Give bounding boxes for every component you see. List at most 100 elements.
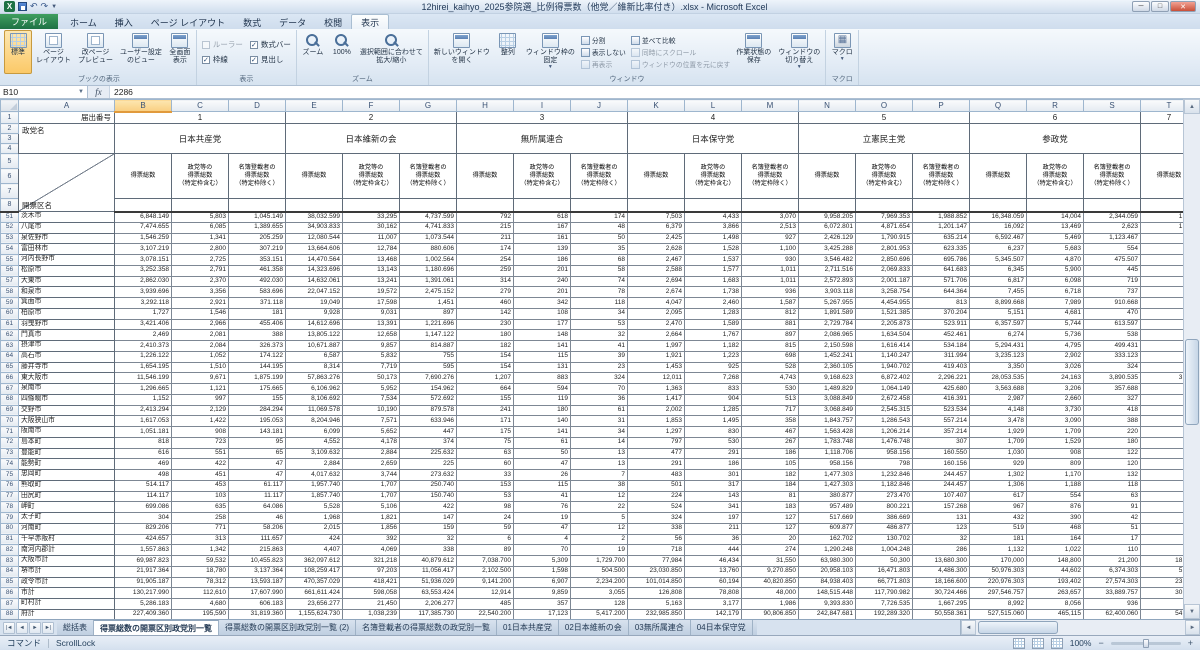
cell[interactable]: 19,049: [285, 297, 343, 309]
cell[interactable]: 1,221.696: [399, 318, 457, 331]
row-label-cell[interactable]: 茨木市: [18, 211, 115, 223]
cell[interactable]: 180: [513, 404, 571, 417]
cell[interactable]: 50,300: [855, 555, 913, 567]
cell[interactable]: 2,234.200: [570, 576, 628, 589]
cell[interactable]: 2,623: [1083, 221, 1141, 234]
cell[interactable]: 4,795: [1026, 340, 1084, 352]
cell[interactable]: 1,617.053: [114, 415, 172, 427]
cell[interactable]: 910.668: [1083, 297, 1141, 309]
cell[interactable]: 114.117: [114, 490, 172, 503]
cell[interactable]: 2,425: [627, 232, 685, 245]
measure-header-cell[interactable]: 得票総数: [456, 153, 514, 199]
cell[interactable]: 84,938.403: [798, 576, 856, 589]
cell[interactable]: 108,259.417: [285, 565, 343, 578]
cell[interactable]: 4,737.599: [399, 211, 457, 223]
normal-view-button[interactable]: [1012, 637, 1025, 649]
party-name-cell[interactable]: 立憲民主党: [798, 123, 970, 154]
cell[interactable]: 11,546.199: [114, 372, 172, 384]
cell[interactable]: 830: [684, 426, 742, 438]
cell[interactable]: 1,654: [1140, 221, 1183, 234]
cell[interactable]: 21,450: [342, 598, 400, 610]
custom-views-button[interactable]: ユーザー設定 のビュー: [117, 30, 165, 74]
cell[interactable]: 2,725: [171, 254, 229, 266]
cell[interactable]: 41: [513, 490, 571, 503]
synchronous-scrolling-button[interactable]: 同時にスクロール: [630, 47, 730, 57]
cell[interactable]: 1,563.428: [798, 426, 856, 438]
row-label-cell[interactable]: 大阪市計: [18, 555, 115, 567]
cell[interactable]: 6,848.149: [114, 211, 172, 223]
cell[interactable]: 519: [969, 522, 1027, 535]
row-header-7[interactable]: 7: [0, 183, 19, 199]
cell[interactable]: 321,218: [342, 555, 400, 567]
cell[interactable]: 498: [114, 469, 172, 481]
blank-cell[interactable]: [570, 198, 628, 213]
cell[interactable]: 418,421: [342, 576, 400, 589]
cell[interactable]: 528: [741, 361, 799, 374]
cell[interactable]: 98: [1140, 447, 1183, 460]
cell[interactable]: 499.431: [1083, 340, 1141, 352]
cell[interactable]: 341: [684, 501, 742, 513]
cell[interactable]: 388: [228, 329, 286, 341]
cell[interactable]: 34,903.833: [285, 221, 343, 234]
cell[interactable]: 95: [228, 436, 286, 449]
sheet-tab-4[interactable]: 01日本共産党: [497, 620, 559, 635]
cell[interactable]: 594: [513, 383, 571, 395]
cell[interactable]: 527,515.060: [969, 608, 1027, 619]
cell[interactable]: 2,921: [171, 297, 229, 309]
cell[interactable]: 97: [1140, 544, 1183, 556]
row-label-cell[interactable]: 河南町: [18, 522, 115, 535]
cell[interactable]: 694: [1140, 254, 1183, 266]
cell[interactable]: 1,940.702: [855, 361, 913, 374]
cell[interactable]: 1,188: [1026, 479, 1084, 492]
cell[interactable]: 30,217: [1140, 587, 1183, 599]
cell[interactable]: 97,203: [342, 565, 400, 578]
cell[interactable]: 2,862.030: [114, 275, 172, 288]
cell[interactable]: 897: [741, 329, 799, 341]
cell[interactable]: 1,226.122: [114, 350, 172, 363]
row-header-58[interactable]: 58: [0, 286, 19, 298]
measure-header-cell[interactable]: 名簿登載者の 得票総数 （特定枠除く）: [912, 153, 970, 199]
cell[interactable]: 31,819.360: [228, 608, 286, 619]
column-header-G[interactable]: G: [399, 99, 457, 112]
cell[interactable]: 517.669: [798, 512, 856, 524]
cell[interactable]: 2,081: [171, 329, 229, 341]
cell[interactable]: 284.294: [228, 404, 286, 417]
cell[interactable]: 110: [1140, 469, 1183, 481]
cell[interactable]: 75: [456, 436, 514, 449]
row-label-cell[interactable]: 松原市: [18, 264, 115, 277]
cell[interactable]: 589: [1140, 318, 1183, 331]
row-header-80[interactable]: 80: [0, 522, 19, 535]
cell[interactable]: 44,602: [1026, 565, 1084, 578]
cell[interactable]: 812: [741, 307, 799, 320]
cell[interactable]: 881: [741, 318, 799, 331]
cell[interactable]: 13,391: [342, 318, 400, 331]
cell[interactable]: 6,098: [1026, 275, 1084, 288]
cell[interactable]: 371.118: [228, 297, 286, 309]
cell[interactable]: 155: [228, 393, 286, 406]
cell[interactable]: 63: [1083, 490, 1141, 503]
cell[interactable]: 91: [1083, 501, 1141, 513]
cell[interactable]: 514.117: [114, 479, 172, 492]
cell[interactable]: 50,558.361: [912, 608, 970, 619]
cell[interactable]: 56: [627, 533, 685, 546]
cell[interactable]: 19: [513, 512, 571, 524]
cell[interactable]: 5,803: [171, 211, 229, 223]
row-header-70[interactable]: 70: [0, 415, 19, 427]
row-header-65[interactable]: 65: [0, 361, 19, 374]
cell[interactable]: 623: [1140, 232, 1183, 245]
cell[interactable]: 286: [912, 544, 970, 556]
cell[interactable]: 119: [513, 393, 571, 406]
vertical-scrollbar[interactable]: ▲ ▼: [1183, 99, 1200, 619]
cell[interactable]: 618: [513, 211, 571, 223]
cell[interactable]: 1,073.544: [399, 232, 457, 245]
cell[interactable]: 1,342: [171, 544, 229, 556]
cell[interactable]: 24: [456, 512, 514, 524]
cell[interactable]: 1,489.829: [798, 383, 856, 395]
row-label-cell[interactable]: 羽曳野市: [18, 318, 115, 331]
column-header-M[interactable]: M: [741, 99, 799, 112]
cell[interactable]: 1,510: [171, 361, 229, 374]
zoom-to-selection-button[interactable]: 選択範囲に合わせて 拡大/縮小: [357, 30, 426, 74]
cell[interactable]: 33,295: [342, 211, 400, 223]
row-header-87[interactable]: 87: [0, 598, 19, 610]
cell[interactable]: 1,707: [342, 490, 400, 503]
